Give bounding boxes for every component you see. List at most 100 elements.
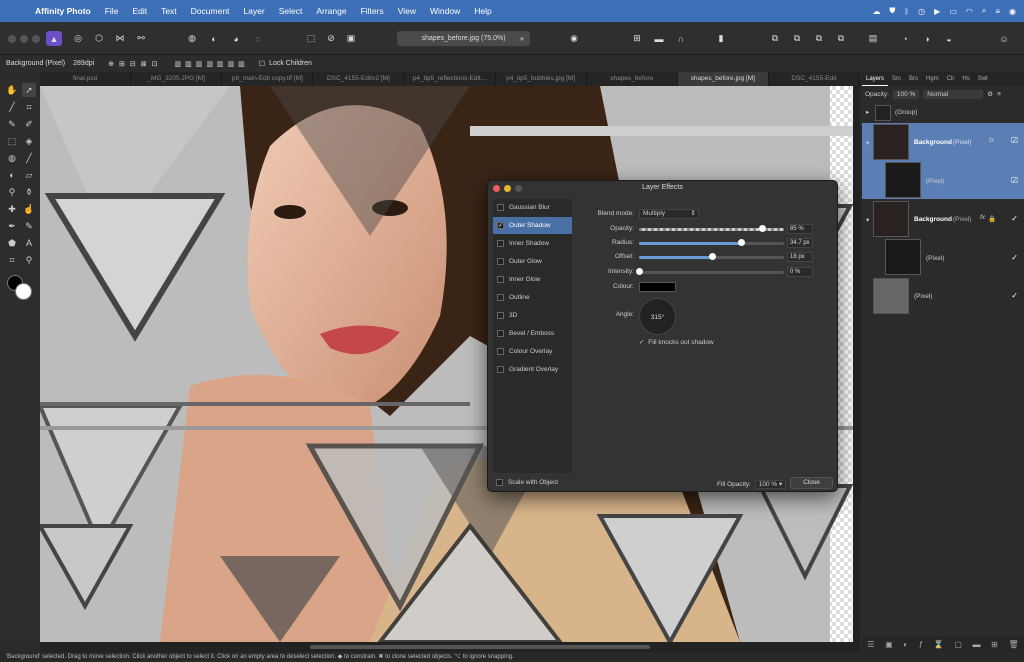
expand-arrow-icon[interactable]: ▸ <box>866 108 869 116</box>
document-title[interactable]: shapes_before.jpg (75.0%) ★ <box>397 31 530 46</box>
gradient-tool-icon[interactable]: ◍ <box>5 151 19 165</box>
export-persona-icon[interactable]: ⚯ <box>133 31 149 46</box>
intensity-slider[interactable] <box>636 268 784 275</box>
fx-layer-icon[interactable]: ƒ <box>919 640 923 649</box>
blend-mode-dropdown[interactable]: Multiply ⇕ <box>639 209 699 219</box>
auto-color-icon[interactable]: ◕ <box>228 31 244 46</box>
menu-help[interactable]: Help <box>467 6 498 16</box>
settings-icon[interactable]: ⚙ <box>987 90 993 98</box>
effect-outline[interactable]: Outline <box>493 289 572 306</box>
move-to-front-icon[interactable]: ⧉ <box>767 31 783 46</box>
app-menu[interactable]: Affinity Photo <box>28 6 98 16</box>
effect-checkbox[interactable] <box>497 312 504 319</box>
hand-tool-icon[interactable]: ✋ <box>5 83 19 97</box>
effect-inner-shadow[interactable]: Inner Shadow <box>493 235 572 252</box>
effect-3d[interactable]: 3D <box>493 307 572 324</box>
auto-contrast-icon[interactable]: ◐ <box>206 31 222 46</box>
fx-icon[interactable]: fx <box>989 137 994 144</box>
layer-row-background-1[interactable]: ▾ Background (Pixel) fx ☑ (Pixel) ☑ <box>862 123 1024 199</box>
tab-swatches[interactable]: Swt <box>974 72 992 86</box>
bluetooth-icon[interactable]: ᛒ <box>904 7 909 16</box>
deselect-icon[interactable]: ⊘ <box>323 31 339 46</box>
colour-swatch[interactable] <box>639 282 676 292</box>
effect-colour-overlay[interactable]: Colour Overlay <box>493 343 572 360</box>
lock-icon[interactable]: 🔒 <box>988 215 996 223</box>
tab-colour[interactable]: Clr <box>943 72 959 86</box>
menu-view[interactable]: View <box>391 6 423 16</box>
crop-tool-icon[interactable]: ⌗ <box>22 100 36 114</box>
boolean-add-icon[interactable]: ◔ <box>897 31 913 46</box>
window-close-button[interactable] <box>8 35 16 43</box>
fill-knocks-checkbox[interactable]: ✓ <box>639 339 644 346</box>
menu-layer[interactable]: Layer <box>236 6 271 16</box>
smudge-tool-icon[interactable]: ☝ <box>22 202 36 216</box>
effect-outer-shadow[interactable]: ✓ Outer Shadow <box>493 217 572 234</box>
live-filter-icon[interactable]: ⌛ <box>934 640 944 649</box>
photo-persona-icon[interactable]: ▲ <box>46 31 62 46</box>
offset-slider[interactable] <box>639 253 784 260</box>
boolean-subtract-icon[interactable]: ◑ <box>919 31 935 46</box>
radius-slider[interactable] <box>639 239 784 246</box>
layer-row-group[interactable]: ▸ (Group) <box>862 104 1024 122</box>
brush-select-tool-icon[interactable]: ✎ <box>5 117 19 131</box>
color-picker-tool-icon[interactable]: ╱ <box>5 100 19 114</box>
auto-white-balance-icon[interactable]: ◌ <box>250 31 266 46</box>
visibility-check[interactable]: ✓ <box>1011 214 1018 223</box>
menu-file[interactable]: File <box>98 6 126 16</box>
layer-stack-icon[interactable]: ☰ <box>867 640 874 649</box>
canvas-horizontal-scrollbar[interactable] <box>40 642 860 652</box>
dodge-tool-icon[interactable]: ◐ <box>5 168 19 182</box>
magnet-icon[interactable]: ∩ <box>673 31 689 46</box>
menu-select[interactable]: Select <box>272 6 310 16</box>
search-icon[interactable]: ⌕ <box>982 6 986 16</box>
align-icons[interactable]: ▥▥▥▥▥▥▥ <box>175 60 249 68</box>
scale-with-object-checkbox[interactable] <box>496 479 503 486</box>
clock-icon[interactable]: ◷ <box>918 7 925 16</box>
effect-checkbox[interactable] <box>497 348 504 355</box>
pixel-layer-icon[interactable]: ▢ <box>954 640 962 649</box>
menu-edit[interactable]: Edit <box>125 6 154 16</box>
shield-icon[interactable]: ⛊ <box>889 6 895 16</box>
offset-value[interactable]: 18 px <box>787 252 813 262</box>
effect-checkbox[interactable] <box>497 240 504 247</box>
snapping-icon[interactable]: ⊞ <box>629 31 645 46</box>
develop-persona-icon[interactable]: ⬡ <box>91 31 107 46</box>
marquee-tool-icon[interactable]: ⬚ <box>5 134 19 148</box>
liquify-persona-icon[interactable]: ◎ <box>70 31 86 46</box>
effect-checkbox[interactable] <box>497 258 504 265</box>
color-wheel-icon[interactable]: ◍ <box>184 31 200 46</box>
invert-selection-icon[interactable]: ▣ <box>343 31 359 46</box>
layer-row-background-2[interactable]: ▾ Background (Pixel) fx 🔒 ✓ (Pixel) ✓ <box>862 200 1024 276</box>
transform-icons[interactable]: ⊕⊞⊟⊠⊡ <box>108 60 162 68</box>
group-folder-icon[interactable]: ▬ <box>973 640 981 649</box>
zoom-clone-icon[interactable]: ⚲ <box>5 185 19 199</box>
angle-dial[interactable]: 315° <box>639 298 676 335</box>
pen-tool-icon[interactable]: ✒ <box>5 219 19 233</box>
collapse-arrow-icon[interactable]: ▾ <box>866 139 869 147</box>
tab-history[interactable]: Hs <box>958 72 973 86</box>
eraser-tool-icon[interactable]: ▱ <box>22 168 36 182</box>
intensity-value[interactable]: 0 % <box>787 267 813 277</box>
tab-mg3205[interactable]: _MG_3205.JPG [M] <box>131 72 223 86</box>
secondary-color-swatch[interactable] <box>15 283 32 300</box>
canvas-vertical-scrollbar[interactable] <box>853 86 860 642</box>
user-account-icon[interactable]: ☺ <box>996 31 1012 46</box>
offset-slider-knob[interactable] <box>708 253 716 260</box>
radius-value[interactable]: 34.7 px <box>787 238 813 248</box>
effect-checkbox[interactable] <box>497 204 504 211</box>
tab-final[interactable]: final.psd <box>40 72 132 86</box>
fx-icon[interactable]: fx <box>980 214 985 221</box>
tab-p4-tip5-reflections[interactable]: p4_tip5_reflections-Edit... <box>404 72 496 86</box>
effect-checkbox[interactable]: ✓ <box>497 222 504 229</box>
pin-icon[interactable]: ▮ <box>713 31 729 46</box>
effect-bevel-emboss[interactable]: Bevel / Emboss <box>493 325 572 342</box>
cloud-icon[interactable]: ☁ <box>872 7 880 16</box>
tab-layers[interactable]: Layers <box>862 72 889 86</box>
visibility-checkbox[interactable]: ☑ <box>1011 136 1018 145</box>
control-center-icon[interactable]: ≡ <box>995 7 1000 16</box>
window-zoom-button[interactable] <box>32 35 40 43</box>
effect-gaussian-blur[interactable]: Gaussian Blur <box>493 199 572 216</box>
tab-p9-main[interactable]: p9_main-Edit copy.tif [M] <box>222 72 314 86</box>
visibility-check[interactable]: ✓ <box>1011 291 1018 300</box>
shape-tool-icon[interactable]: ⬟ <box>5 236 19 250</box>
